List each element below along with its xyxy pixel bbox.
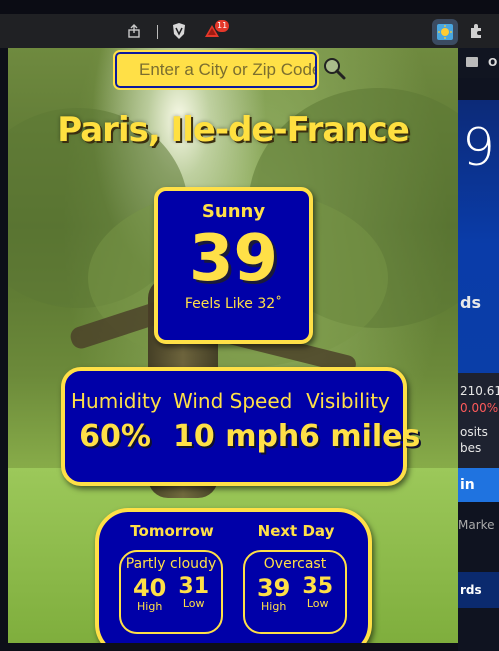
- current-weather-card: Sunny 39 Feels Like 32˚: [154, 187, 313, 344]
- rewards-badge: 11: [215, 20, 230, 32]
- feels-like: Feels Like 32˚: [184, 296, 283, 312]
- next-day-forecast: Overcast 39 High 35 Low: [243, 550, 347, 634]
- browser-toolbar: 11: [0, 14, 499, 48]
- weather-extension-icon[interactable]: [432, 19, 458, 45]
- wind-speed-value: 10 mph: [173, 419, 300, 454]
- tomorrow-heading: Tomorrow: [130, 522, 214, 540]
- tomorrow-low-label: Low: [182, 597, 205, 610]
- share-icon[interactable]: [124, 21, 144, 41]
- extensions-puzzle-icon[interactable]: [466, 21, 486, 41]
- tomorrow-forecast: Partly cloudy 40 High 31 Low: [119, 550, 223, 634]
- tomorrow-high: 40: [132, 574, 167, 602]
- wind-speed-label: Wind Speed: [173, 389, 293, 413]
- background-deposits-2: bes: [460, 441, 482, 455]
- background-button[interactable]: in: [458, 468, 499, 502]
- next-day-high-label: High: [261, 600, 287, 613]
- current-temperature: 39: [188, 222, 279, 296]
- brave-shield-icon[interactable]: [169, 21, 189, 41]
- visibility-label: Visibility: [306, 389, 390, 413]
- toolbar-separator: [157, 25, 158, 39]
- next-day-low-label: Low: [306, 597, 329, 610]
- forecast-card: Tomorrow Next Day Partly cloudy 40 High …: [95, 508, 372, 643]
- search-icon[interactable]: [322, 56, 346, 80]
- next-day-condition: Overcast: [263, 556, 327, 572]
- background-big-number: 9: [462, 118, 496, 178]
- next-day-heading: Next Day: [257, 522, 335, 540]
- tomorrow-low: 31: [178, 574, 210, 599]
- humidity-label: Humidity: [71, 389, 162, 413]
- next-day-low: 35: [302, 574, 334, 599]
- background-deposits-1: osits: [460, 425, 488, 439]
- background-webpage: O 9 ds 210.61 0.00% osits bes in Marke r…: [458, 48, 499, 651]
- background-cards-button[interactable]: rds: [458, 572, 499, 608]
- humidity-stat: Humidity 60%: [71, 389, 162, 454]
- background-change: 0.00%: [460, 401, 499, 415]
- next-day-high: 39: [256, 574, 291, 602]
- current-condition: Sunny: [201, 201, 266, 222]
- humidity-value: 60%: [79, 419, 151, 454]
- bookmark-label[interactable]: O: [488, 56, 497, 69]
- folder-icon: [466, 57, 478, 67]
- background-cards-text: ds: [460, 293, 481, 312]
- bookmark-bar: O: [458, 48, 499, 78]
- visibility-value: 6 miles: [299, 419, 421, 454]
- wind-speed-stat: Wind Speed 10 mph: [173, 389, 300, 454]
- background-price: 210.61: [460, 384, 499, 398]
- city-search-input[interactable]: [113, 50, 319, 90]
- tomorrow-condition: Partly cloudy: [125, 556, 217, 572]
- city-title: Paris, Ile-de-France: [57, 110, 410, 150]
- weather-stats-card: Humidity 60% Wind Speed 10 mph Visibilit…: [61, 367, 421, 486]
- visibility-stat: Visibility 6 miles: [299, 389, 421, 454]
- tomorrow-high-label: High: [137, 600, 163, 613]
- weather-popup: Paris, Ile-de-France Sunny 39 Feels Like…: [8, 48, 458, 643]
- window-top-strip: [0, 0, 499, 14]
- background-market-text: Marke: [458, 518, 495, 532]
